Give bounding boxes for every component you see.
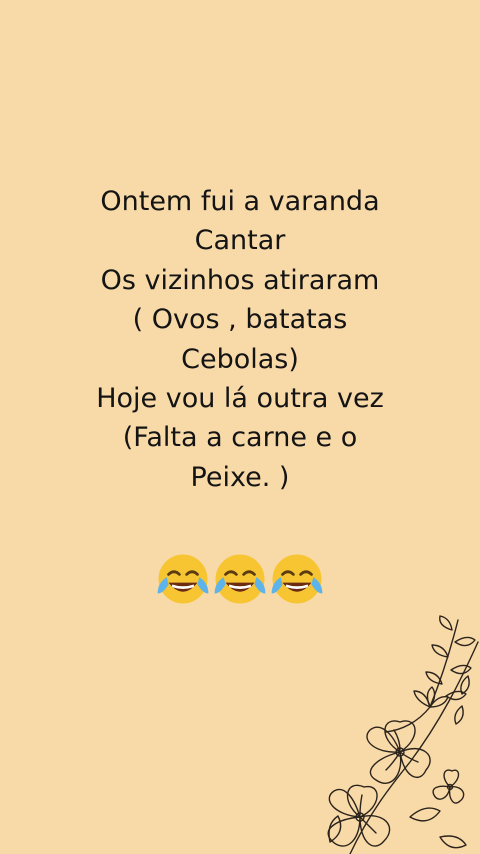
- text-line: Cantar: [194, 225, 286, 257]
- text-line: Cebolas): [181, 343, 299, 375]
- face-with-tears-of-joy-icon: [214, 554, 266, 604]
- face-with-tears-of-joy-icon: [271, 554, 323, 604]
- text-line: Ontem fui a varanda: [100, 186, 380, 217]
- text-line: Peixe. ): [190, 461, 290, 493]
- floral-decoration: [327, 615, 479, 854]
- text-line: Os vizinhos atiraram: [100, 264, 380, 296]
- text-line: Hoje vou lá outra vez: [96, 383, 384, 415]
- text-line: ( Ovos , batatas: [132, 304, 348, 336]
- emoji-row: [0, 550, 480, 608]
- post-text: Ontem fui a varanda Cantar Os vizinhos a…: [0, 182, 480, 497]
- text-line: (Falta a carne e o: [122, 422, 358, 454]
- face-with-tears-of-joy-icon: [157, 554, 209, 604]
